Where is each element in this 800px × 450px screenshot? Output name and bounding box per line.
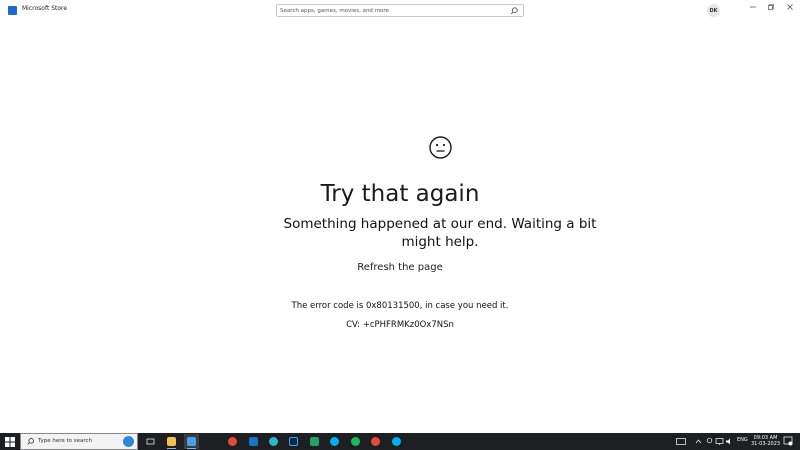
close-icon bbox=[787, 4, 793, 10]
taskbar-spotify[interactable] bbox=[348, 434, 363, 449]
minimize-icon bbox=[750, 6, 756, 8]
error-code-text: The error code is 0x80131500, in case yo… bbox=[291, 301, 509, 311]
close-button[interactable] bbox=[781, 0, 799, 14]
notification-icon[interactable] bbox=[783, 436, 793, 446]
taskbar-microsoft-store[interactable] bbox=[184, 434, 199, 449]
account-avatar[interactable]: DK bbox=[707, 4, 720, 17]
skype-icon bbox=[330, 437, 339, 446]
task-view-icon bbox=[146, 438, 155, 445]
neutral-face-icon bbox=[429, 136, 452, 159]
bing-icon[interactable] bbox=[123, 436, 134, 447]
taskbar-edge[interactable] bbox=[266, 434, 281, 449]
chrome-icon bbox=[371, 437, 380, 446]
taskbar-file-explorer[interactable] bbox=[164, 434, 179, 449]
keyboard-icon[interactable] bbox=[676, 437, 686, 446]
search-icon[interactable] bbox=[509, 6, 519, 16]
taskbar-skype-2[interactable] bbox=[389, 434, 404, 449]
taskbar-search-box[interactable]: Type here to search bbox=[20, 433, 138, 450]
chevron-up-icon[interactable] bbox=[695, 438, 702, 445]
spotify-icon bbox=[351, 437, 360, 446]
error-page: Try that again Something happened at our… bbox=[0, 20, 800, 434]
window-title: Microsoft Store bbox=[22, 5, 68, 12]
title-bar: Microsoft Store DK bbox=[0, 0, 800, 20]
edge-icon bbox=[269, 437, 278, 446]
windows-start-icon[interactable] bbox=[4, 436, 16, 448]
minimize-button[interactable] bbox=[744, 0, 762, 14]
taskbar-search-placeholder: Type here to search bbox=[38, 438, 93, 444]
language-indicator[interactable]: ENG bbox=[737, 437, 748, 443]
correlation-vector-text: CV: +cPHFRMKz0Ox7NSn bbox=[346, 320, 454, 330]
taskbar-photoshop[interactable] bbox=[286, 434, 301, 449]
error-message: Something happened at our end. Waiting a… bbox=[283, 216, 597, 250]
taskbar-chrome-2[interactable] bbox=[368, 434, 383, 449]
chrome-icon bbox=[228, 437, 237, 446]
taskbar-skype[interactable] bbox=[327, 434, 342, 449]
volume-icon[interactable] bbox=[725, 437, 734, 446]
restore-icon bbox=[768, 4, 774, 10]
photoshop-icon bbox=[289, 437, 298, 446]
taskbar: Type here to search ENG 09:03 AM 31-03-2… bbox=[0, 433, 800, 450]
clock-date: 31-03-2023 bbox=[751, 441, 781, 447]
search-box[interactable] bbox=[276, 4, 524, 17]
taskbar-outlook[interactable] bbox=[246, 434, 261, 449]
taskbar-excel[interactable] bbox=[307, 434, 322, 449]
taskbar-task-view[interactable] bbox=[143, 434, 158, 449]
file-explorer-icon bbox=[167, 437, 176, 446]
clock[interactable]: 09:03 AM 31-03-2023 bbox=[751, 435, 780, 447]
microsoft-store-icon bbox=[187, 437, 196, 446]
search-input[interactable] bbox=[280, 5, 500, 16]
taskbar-chrome[interactable] bbox=[225, 434, 240, 449]
skype-icon bbox=[392, 437, 401, 446]
outlook-icon bbox=[249, 437, 258, 446]
location-icon[interactable] bbox=[706, 437, 713, 446]
refresh-page-link[interactable]: Refresh the page bbox=[0, 262, 800, 273]
taskbar-search-icon bbox=[27, 438, 34, 445]
avatar-initials: DK bbox=[709, 7, 718, 14]
maximize-button[interactable] bbox=[762, 0, 780, 14]
excel-icon bbox=[310, 437, 319, 446]
network-icon[interactable] bbox=[715, 437, 724, 446]
store-app-icon bbox=[8, 6, 17, 15]
error-title: Try that again bbox=[320, 181, 480, 207]
